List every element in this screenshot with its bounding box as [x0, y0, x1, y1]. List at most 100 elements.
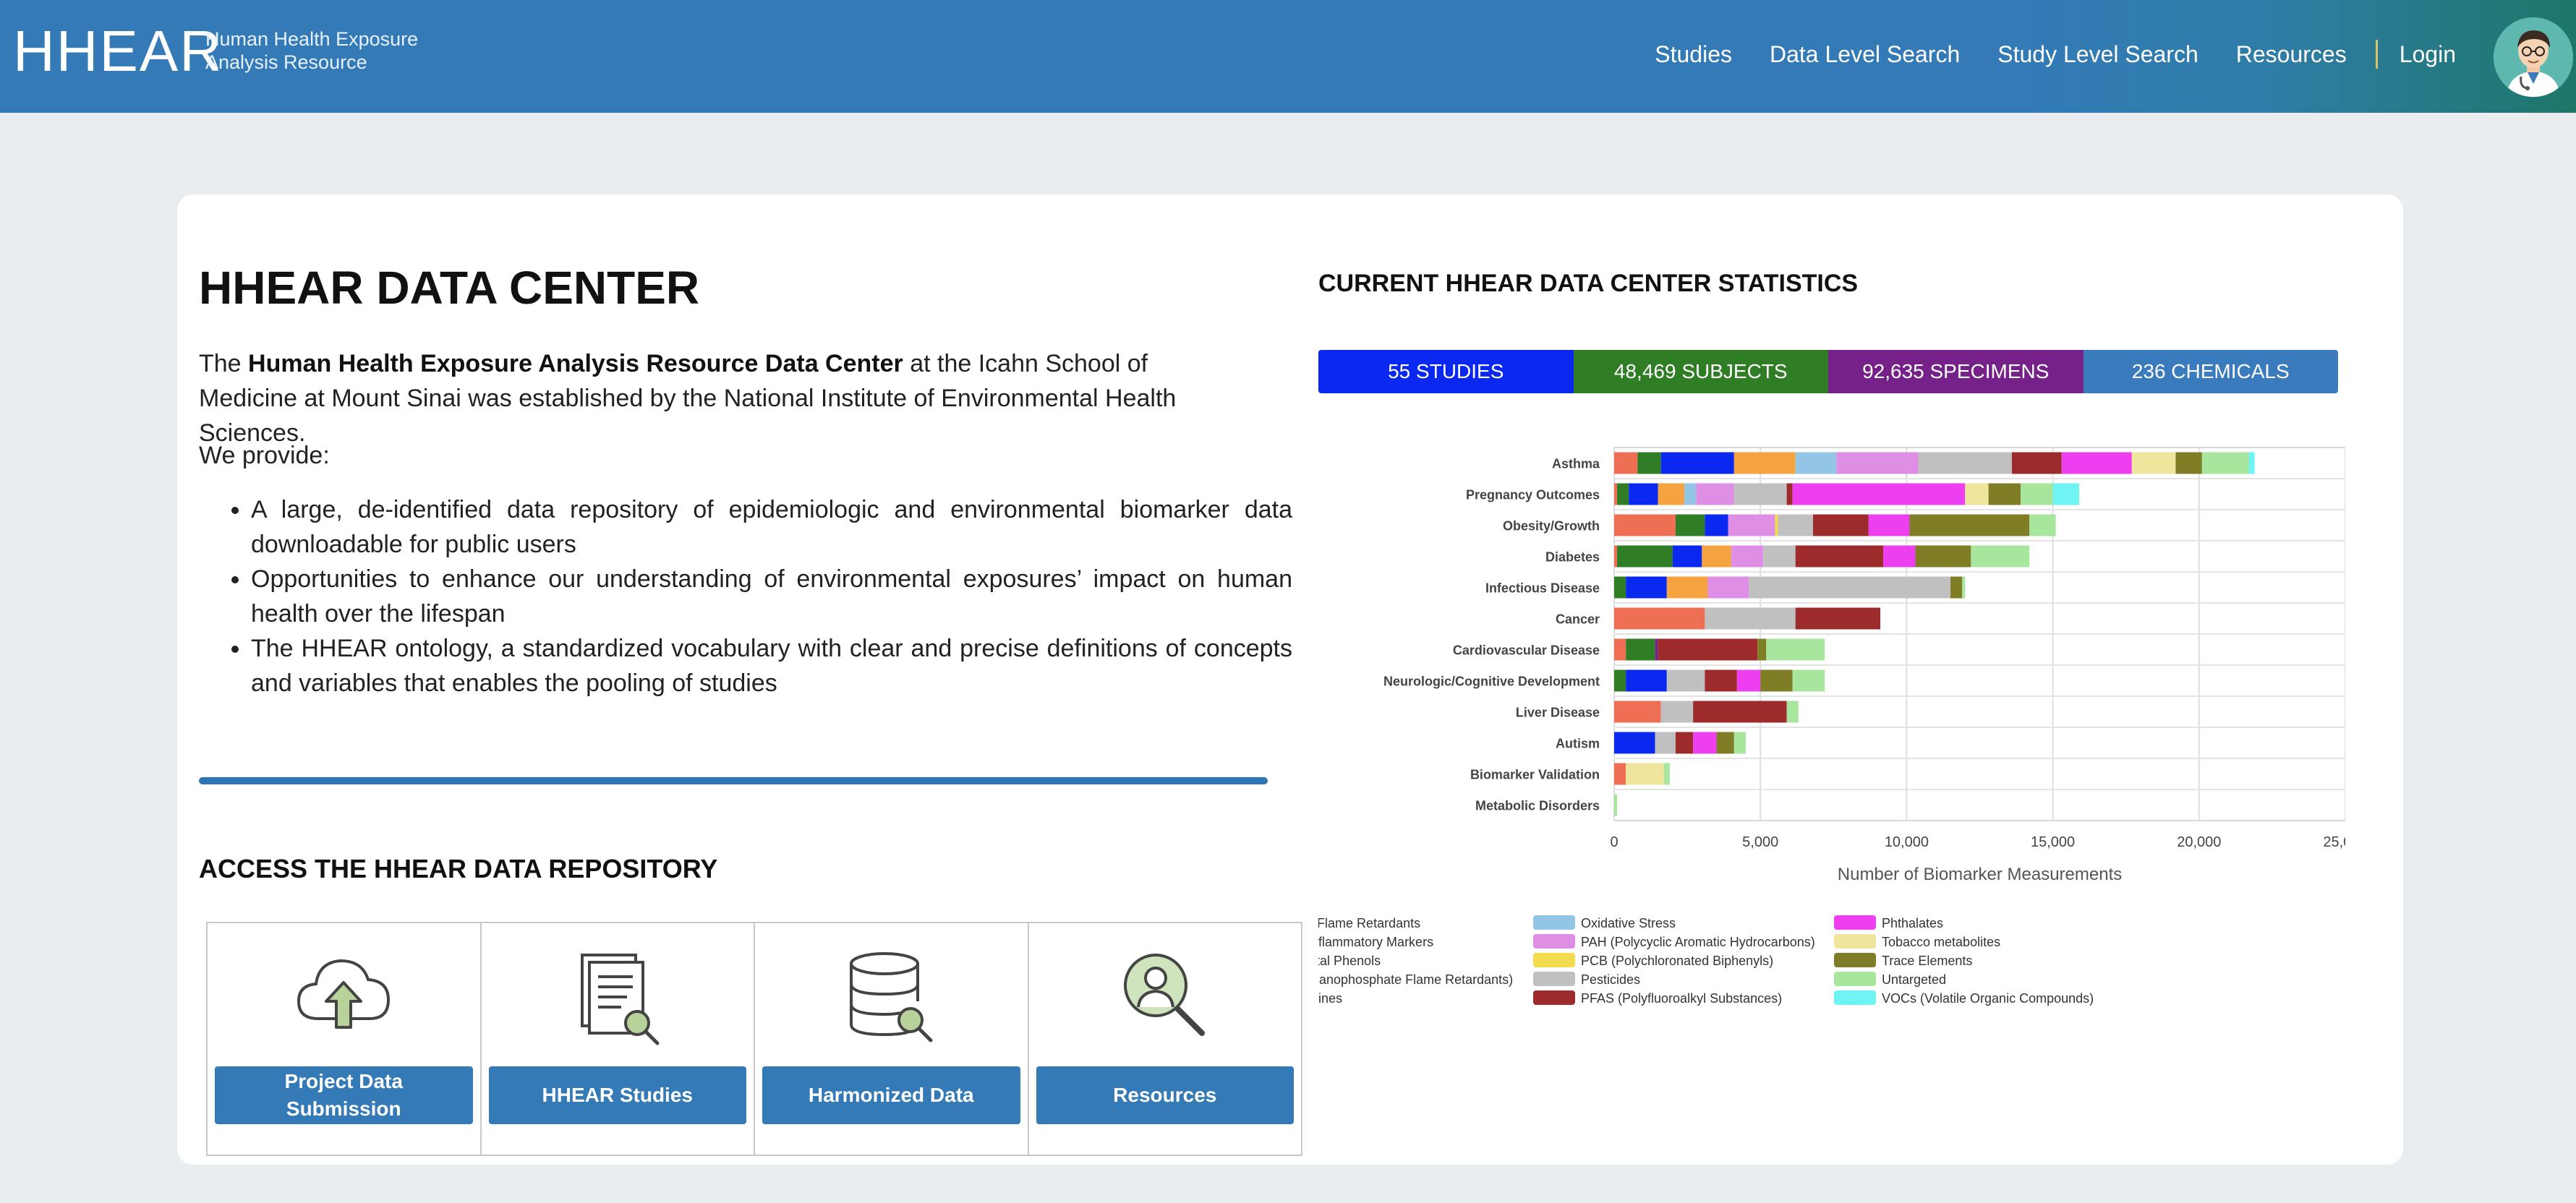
bar-segment [1731, 545, 1764, 568]
bar-segment [2131, 452, 2176, 474]
bar-segment [1666, 669, 1705, 692]
bar-segment [1693, 701, 1787, 723]
bar-segment [1614, 545, 1618, 568]
bar-segment [1795, 545, 1884, 568]
bar-segment [1915, 545, 1971, 568]
main-nav: Studies Data Level Search Study Level Se… [1617, 36, 2456, 72]
legend-swatch [1533, 972, 1575, 986]
bar-segment [2061, 452, 2132, 474]
y-category-label: Biomarker Validation [1470, 768, 1600, 782]
bar-segment [1660, 452, 1734, 474]
legend-label: Cytokines/Inflammatory Markers [1318, 935, 1433, 949]
bar-segment [1614, 732, 1655, 754]
bar-segment [1626, 669, 1667, 692]
logo-subtitle-line-1: Human Health Exposure [205, 28, 419, 50]
nav-login[interactable]: Login [2400, 41, 2456, 68]
bar-segment [1614, 607, 1705, 630]
bar-segment [1795, 607, 1881, 630]
nav-study-level-search[interactable]: Study Level Search [1997, 41, 2198, 68]
bar-segment [1658, 483, 1685, 505]
legend-swatch [1834, 915, 1876, 930]
bar-segment [1792, 669, 1825, 692]
bar-segment [1675, 514, 1705, 536]
stat-chemicals: 236 CHEMICALS [2083, 350, 2338, 393]
harmonized-data-button[interactable]: Harmonized Data [762, 1066, 1020, 1124]
bar-segment [1778, 514, 1813, 536]
user-avatar[interactable] [2494, 17, 2573, 97]
bar-segment [2029, 514, 2056, 536]
bar-segment [1617, 483, 1629, 505]
y-category-label: Asthma [1552, 457, 1600, 471]
bar-segment [1760, 669, 1793, 692]
section-divider [199, 777, 1268, 784]
bar-segment [1733, 452, 1796, 474]
legend-label: Brominated Flame Retardants [1318, 916, 1420, 930]
database-search-icon [850, 952, 933, 1043]
provide-list: A large, de-identified data repository o… [199, 492, 1292, 701]
bar-segment [1705, 669, 1737, 692]
page-title: HHEAR DATA CENTER [199, 262, 700, 314]
bar-segment [1629, 483, 1658, 505]
bar-segment [1786, 701, 1799, 723]
y-category-label: Obesity/Growth [1503, 519, 1600, 534]
legend-label: Environmental Phenols [1318, 954, 1381, 968]
y-category-label: Cancer [1556, 612, 1600, 627]
nav-studies[interactable]: Studies [1655, 41, 1732, 68]
biomarker-chart: Select Biomarker Measurements by Health … [1318, 447, 2345, 1006]
bar-segment [2021, 483, 2053, 505]
nav-resources[interactable]: Resources [2236, 41, 2347, 68]
logo-subtitle-line-2: Analysis Resource [205, 51, 367, 73]
legend-swatch [1834, 972, 1876, 986]
bar-segment [1728, 514, 1775, 536]
legend-label: Tobacco metabolites [1882, 935, 2000, 949]
bar-segment [1655, 732, 1676, 754]
tile-hhear-studies: HHEAR Studies [482, 923, 755, 1155]
statistics-bar: 55 STUDIES 48,469 SUBJECTS 92,635 SPECIM… [1318, 350, 2338, 393]
legend-label: Untargeted [1882, 972, 1946, 987]
person-search-icon [1123, 954, 1205, 1036]
project-data-submission-button[interactable]: Project Data Submission [215, 1066, 473, 1124]
bar-segment [1637, 452, 1661, 474]
bar-segment [1733, 483, 1787, 505]
legend-swatch [1834, 953, 1876, 967]
logo-subtitle: Human Health Exposure Analysis Resource [205, 27, 451, 74]
doctor-avatar-icon [2494, 17, 2573, 97]
intro-paragraph: The Human Health Exposure Analysis Resou… [199, 346, 1240, 450]
bar-segment [1696, 483, 1734, 505]
y-category-label: Metabolic Disorders [1475, 799, 1600, 813]
x-tick-label: 0 [1610, 834, 1618, 850]
we-provide-heading: We provide: [199, 442, 330, 469]
bar-segment [1702, 545, 1731, 568]
y-category-label: Pregnancy Outcomes [1466, 488, 1600, 502]
stat-studies: 55 STUDIES [1318, 350, 1574, 393]
x-axis-label: Number of Biomarker Measurements [1838, 865, 2122, 884]
bar-segment [1749, 576, 1951, 599]
provide-list-item: A large, de-identified data repository o… [251, 492, 1292, 562]
bar-segment [1626, 576, 1667, 599]
bar-segment [1672, 545, 1702, 568]
nav-data-level-search[interactable]: Data Level Search [1770, 41, 1960, 68]
legend-label: Trace Elements [1882, 954, 1972, 968]
bar-segment [1836, 452, 1919, 474]
legend-swatch [1533, 953, 1575, 967]
bar-segment [1614, 669, 1626, 692]
bar-segment [1763, 545, 1796, 568]
x-tick-label: 15,000 [2031, 834, 2075, 850]
legend-label: Phthalates [1882, 916, 1943, 930]
bar-segment [1684, 483, 1697, 505]
bar-segment [1614, 576, 1626, 599]
legend-label: VOCs (Volatile Organic Compounds) [1882, 991, 2094, 1006]
bar-segment [1626, 763, 1664, 785]
resources-button[interactable]: Resources [1036, 1066, 1294, 1124]
chart-group: Select Biomarker Measurements by Health … [1318, 447, 2345, 1006]
hhear-studies-button[interactable]: HHEAR Studies [488, 1066, 746, 1124]
legend-swatch [1834, 990, 1876, 1005]
tile-project-data-submission: Project Data Submission [208, 923, 482, 1155]
bar-segment [1626, 638, 1655, 661]
bar-segment [1868, 514, 1910, 536]
bar-segment [1614, 452, 1638, 474]
y-category-label: Liver Disease [1516, 706, 1600, 720]
y-category-label: Infectious Disease [1485, 581, 1600, 596]
tile-harmonized-data: Harmonized Data [755, 923, 1029, 1155]
y-category-label: Autism [1556, 737, 1600, 751]
